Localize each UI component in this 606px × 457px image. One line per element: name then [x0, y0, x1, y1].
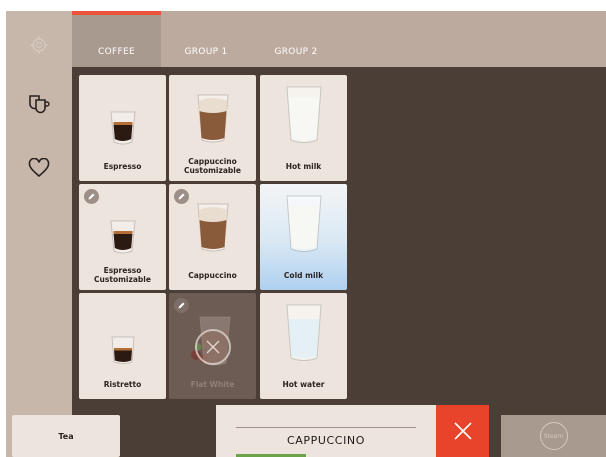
product-label: Flat White — [190, 380, 235, 389]
steam-label: Steam — [543, 432, 564, 440]
product-tile[interactable]: Ristretto — [79, 293, 166, 399]
product-label: Hot water — [282, 380, 325, 389]
tab-label: GROUP 1 — [184, 47, 228, 57]
water-cup-image — [283, 301, 325, 369]
active-tab-indicator — [72, 11, 161, 15]
product-label: Cappuccino — [188, 271, 237, 280]
product-label: Espresso Customizable — [94, 266, 151, 284]
tea-button-label: Tea — [58, 432, 74, 441]
cups-icon[interactable] — [25, 89, 53, 117]
milk-cup-image — [283, 192, 325, 260]
app-window: COFFEE GROUP 1 GROUP 2 Tea CAPPUCCINO St… — [6, 11, 606, 457]
product-tile[interactable]: Cappuccino Customizable — [169, 75, 256, 181]
tea-button[interactable]: Tea — [12, 415, 120, 457]
tab-coffee[interactable]: COFFEE — [72, 11, 161, 67]
product-tile[interactable]: Hot water — [260, 293, 347, 399]
close-icon — [453, 422, 472, 440]
current-order-name: CAPPUCCINO — [286, 434, 365, 447]
cappuccino-cup-image — [194, 91, 232, 151]
edit-pencil-icon[interactable] — [174, 189, 189, 204]
tab-label: GROUP 2 — [274, 47, 318, 57]
product-tile[interactable]: Flat White — [169, 293, 256, 399]
product-label: Hot milk — [285, 162, 322, 171]
edit-pencil-icon[interactable] — [84, 189, 99, 204]
product-label: Ristretto — [103, 380, 142, 389]
ristretto-cup-image — [108, 333, 138, 371]
espresso-cup-image — [106, 217, 140, 261]
heart-icon[interactable] — [25, 154, 53, 182]
product-tile[interactable]: Cold milk — [260, 184, 347, 290]
product-tile[interactable]: Espresso Customizable — [79, 184, 166, 290]
tab-group-1[interactable]: GROUP 1 — [161, 11, 251, 67]
divider — [236, 427, 416, 428]
milk-cup-image — [283, 83, 325, 151]
product-tile[interactable]: Hot milk — [260, 75, 347, 181]
cappuccino-cup-image — [194, 200, 232, 260]
edit-pencil-icon[interactable] — [174, 298, 189, 313]
current-order-bar: CAPPUCCINO — [216, 405, 436, 457]
steam-button[interactable]: Steam — [501, 415, 606, 457]
cancel-button[interactable] — [436, 405, 489, 457]
product-tile[interactable]: Cappuccino — [169, 184, 256, 290]
steam-icon: Steam — [539, 422, 568, 450]
espresso-cup-image — [106, 108, 140, 152]
category-tab-bar: COFFEE GROUP 1 GROUP 2 — [72, 11, 606, 67]
tab-label: COFFEE — [98, 47, 135, 57]
product-tile[interactable]: Espresso — [79, 75, 166, 181]
settings-gear-icon[interactable] — [25, 31, 53, 59]
remove-icon[interactable] — [195, 329, 231, 365]
product-label: Cold milk — [283, 271, 324, 280]
sidebar — [6, 11, 72, 457]
product-label: Espresso — [103, 162, 142, 171]
tab-group-2[interactable]: GROUP 2 — [251, 11, 341, 67]
product-label: Cappuccino Customizable — [184, 157, 241, 175]
